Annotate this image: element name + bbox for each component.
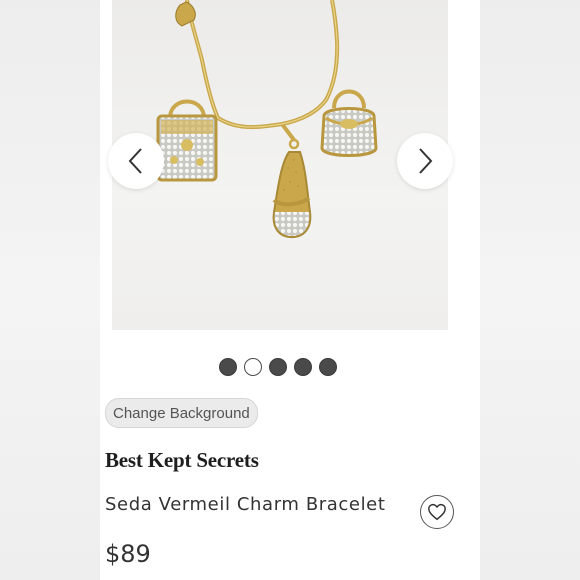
- next-image-button[interactable]: [397, 133, 453, 189]
- previous-image-button[interactable]: [108, 133, 164, 189]
- product-price: $89: [105, 540, 151, 568]
- product-title: Seda Vermeil Charm Bracelet: [105, 494, 386, 515]
- right-background-panel: [480, 0, 580, 580]
- carousel-pagination: [219, 358, 337, 376]
- change-background-label: Change Background: [113, 404, 250, 422]
- left-background-panel: [0, 0, 100, 580]
- carousel-dot-5[interactable]: [319, 358, 337, 376]
- chevron-right-icon: [419, 148, 433, 174]
- carousel-dot-3[interactable]: [269, 358, 287, 376]
- carousel-dot-1[interactable]: [219, 358, 237, 376]
- heart-icon: [428, 503, 446, 521]
- change-background-button[interactable]: Change Background: [105, 398, 258, 428]
- like-button[interactable]: [420, 495, 454, 529]
- chevron-left-icon: [128, 148, 142, 174]
- brand-name[interactable]: Best Kept Secrets: [105, 448, 259, 473]
- product-card: Change Background Best Kept Secrets Seda…: [100, 0, 480, 580]
- carousel-dot-2[interactable]: [244, 358, 262, 376]
- carousel-dot-4[interactable]: [294, 358, 312, 376]
